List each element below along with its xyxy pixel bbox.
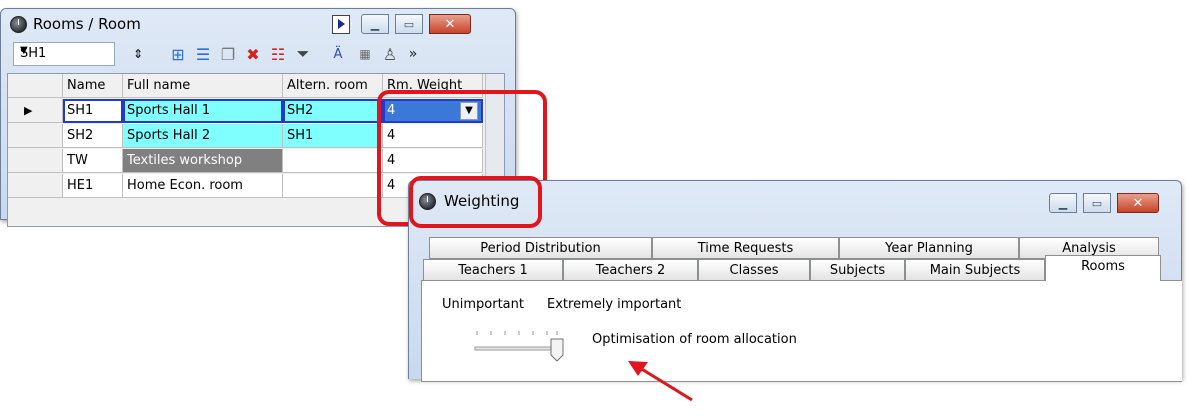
fields-icon[interactable]: ▦	[354, 43, 376, 65]
tab-rooms[interactable]: Rooms	[1045, 255, 1161, 281]
rooms-tab-panel: Unimportant Extremely important Optimisa…	[421, 280, 1182, 382]
tab-period-distribution[interactable]: Period Distribution	[429, 237, 652, 259]
maximize-button[interactable]: ▭	[395, 14, 423, 34]
tab-teachers-1[interactable]: Teachers 1	[423, 259, 563, 281]
column-header[interactable]: Full name	[123, 74, 283, 98]
filter-icon[interactable]: ⏷	[292, 43, 314, 65]
full-name-cell[interactable]: Textiles workshop	[123, 149, 283, 173]
column-header[interactable]: Altern. room	[283, 74, 383, 98]
tab-main-subjects[interactable]: Main Subjects	[905, 259, 1045, 281]
highlight-frame-title	[409, 176, 542, 228]
slider-label: Optimisation of room allocation	[592, 332, 797, 347]
altern-room-cell[interactable]	[283, 149, 383, 173]
tab-time-requests[interactable]: Time Requests	[652, 237, 839, 259]
close-button[interactable]: ✕	[1117, 193, 1159, 213]
grid-add-icon[interactable]: ⊞	[167, 43, 189, 65]
list-icon[interactable]: ☰	[192, 43, 214, 65]
full-name-cell[interactable]: Home Econ. room	[123, 174, 283, 198]
name-cell[interactable]: HE1	[63, 174, 123, 198]
play-icon[interactable]	[332, 15, 350, 34]
label-unimportant: Unimportant	[442, 297, 524, 312]
name-cell[interactable]: TW	[63, 149, 123, 173]
full-name-cell[interactable]: Sports Hall 1	[123, 99, 283, 123]
tab-classes[interactable]: Classes	[698, 259, 810, 281]
sort-icon[interactable]: Ä	[327, 43, 349, 65]
row-indicator	[8, 174, 63, 198]
close-button[interactable]: ✕	[429, 14, 471, 34]
name-cell[interactable]: SH2	[63, 124, 123, 148]
room-selector[interactable]: SH1 ▼	[13, 42, 115, 66]
full-name-cell[interactable]: Sports Hall 2	[123, 124, 283, 148]
app-icon	[10, 16, 27, 33]
rooms-toolbar: SH1 ▼ ⇕ ⊞ ☰ ❐ ✖ ☷ ⏷ Ä ▦ ♙ »	[7, 39, 507, 69]
minimize-button[interactable]: ▁	[361, 14, 389, 34]
altern-room-cell[interactable]: SH1	[283, 124, 383, 148]
label-extremely-important: Extremely important	[547, 297, 682, 312]
spin-icon[interactable]: ⇕	[127, 43, 149, 65]
tab-subjects[interactable]: Subjects	[810, 259, 905, 281]
row-indicator	[8, 124, 63, 148]
red-arrow-annotation	[628, 361, 693, 402]
header-indicator	[8, 74, 63, 98]
slider-graphic	[474, 331, 564, 362]
column-header[interactable]: Name	[63, 74, 123, 98]
more-icon[interactable]: »	[402, 43, 424, 65]
maximize-button[interactable]: ▭	[1083, 193, 1111, 213]
rooms-titlebar[interactable]: Rooms / Room ▁ ▭ ✕	[1, 9, 515, 39]
new-record-icon[interactable]: ❐	[217, 43, 239, 65]
report-icon[interactable]: ☷	[267, 43, 289, 65]
altern-room-cell[interactable]	[283, 174, 383, 198]
row-indicator: ▶	[8, 99, 63, 123]
altern-room-cell[interactable]: SH2	[283, 99, 383, 123]
delete-icon[interactable]: ✖	[242, 43, 264, 65]
chevron-down-icon: ▼	[20, 45, 28, 56]
tab-teachers-2[interactable]: Teachers 2	[563, 259, 698, 281]
people-icon[interactable]: ♙	[379, 43, 401, 65]
room-allocation-slider[interactable]	[474, 327, 564, 363]
tab-year-planning[interactable]: Year Planning	[839, 237, 1019, 259]
name-cell[interactable]: SH1	[63, 99, 123, 123]
minimize-button[interactable]: ▁	[1049, 193, 1077, 213]
window-title: Rooms / Room	[33, 15, 141, 33]
row-indicator	[8, 149, 63, 173]
